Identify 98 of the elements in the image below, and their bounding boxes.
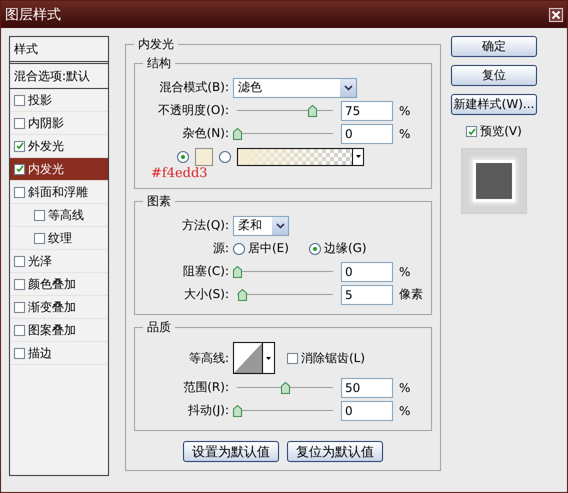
radio-button[interactable] [219,150,231,162]
sidebar-item[interactable]: 光泽 [10,250,108,273]
radio-button[interactable] [308,242,321,254]
checkbox[interactable] [287,352,298,364]
item-label: 光泽 [28,252,52,270]
dialog-button[interactable]: 复位 [451,65,537,86]
checkbox[interactable] [34,232,45,244]
sidebar-item[interactable]: 图案叠加 [10,319,108,342]
sidebar-item[interactable]: 描边 [10,342,108,365]
sidebar-item[interactable]: 投影 [10,89,108,112]
item-label: 颜色叠加 [28,276,76,292]
item-label: 外发光 [28,138,64,154]
sidebar-header: 样式 [10,37,108,64]
checkbox[interactable] [34,210,45,220]
value-field[interactable]: 0 [341,400,393,420]
checkbox[interactable] [14,186,25,198]
slider[interactable] [237,104,333,116]
value-field[interactable]: 50 [341,378,393,398]
item-label: 斜面和浮雕 [28,184,88,200]
field-label: 阻塞(C): [182,263,230,280]
sidebar-item[interactable]: 颜色叠加 [10,273,108,296]
sidebar-item[interactable]: 内阴影 [10,112,108,135]
checkbox[interactable] [14,140,25,152]
sidebar-item[interactable]: 内发光 [10,158,108,181]
checkbox[interactable] [14,348,25,358]
value-field[interactable]: 0 [341,262,393,282]
checkbox-label: 预览(V) [480,123,522,140]
radio-label: 边缘(G) [324,240,367,257]
window-title: 图层样式 [5,6,61,24]
field-label: 方法(Q): [181,217,230,234]
slider-thumb[interactable] [281,382,290,394]
unit-label: 像素 [399,286,423,303]
checkbox[interactable] [14,278,25,290]
sidebar-item[interactable]: 渐变叠加 [10,296,108,319]
blend-mode-dropdown[interactable]: 滤色 [233,78,357,98]
checkbox-label: 消除锯齿(L) [301,350,366,366]
field-label: 杂色(N): [182,125,230,142]
checkbox[interactable] [14,302,25,312]
contour-picker[interactable] [233,342,275,374]
checkbox[interactable] [14,164,25,174]
field-label: 抖动(J): [187,402,230,419]
field-label: 等高线: [188,350,230,366]
field-label: 源: [212,240,230,257]
slider-thumb[interactable] [238,288,247,300]
slider-thumb[interactable] [308,104,317,116]
sidebar-item[interactable]: 等高线 [10,204,108,227]
item-label: 图案叠加 [28,322,76,338]
default-button[interactable]: 复位为默认值 [287,441,383,462]
checkbox[interactable] [14,94,25,106]
unit-label: % [399,126,410,140]
slider-thumb[interactable] [233,266,242,278]
color-swatch[interactable] [195,148,213,166]
gradient-picker[interactable] [237,148,364,166]
slider-thumb[interactable] [233,128,242,140]
sidebar-item[interactable]: 纹理 [10,227,108,250]
item-label: 内阴影 [28,114,64,132]
dialog-button[interactable]: 确定 [451,36,537,57]
slider[interactable] [237,382,333,394]
value-field[interactable]: 75 [341,100,393,120]
checkbox[interactable] [14,324,25,336]
technique-dropdown[interactable]: 柔和 [233,216,289,236]
sidebar-item[interactable]: 混合选项:默认 [10,64,108,89]
unit-label: % [399,104,410,118]
item-label: 纹理 [48,230,72,246]
default-button[interactable]: 设置为默认值 [183,441,279,462]
dialog-button[interactable]: 新建样式(W)... [451,94,537,115]
caret-icon[interactable] [356,155,360,158]
unit-label: % [399,404,410,418]
item-label: 等高线 [48,206,84,224]
field-label: 大小(S): [182,286,230,303]
item-label: 描边 [28,344,52,362]
field-label: 混合模式(B): [158,79,230,96]
sidebar-item[interactable]: 斜面和浮雕 [10,181,108,204]
preview-thumbnail [461,148,527,214]
value-field[interactable]: 0 [341,124,393,144]
slider[interactable] [237,288,333,300]
field-label: 不透明度(O): [157,102,230,119]
close-icon[interactable] [549,8,563,22]
unit-label: % [399,380,410,394]
caret-icon[interactable] [266,356,271,360]
radio-button[interactable] [233,242,245,254]
group-title: 结构 [146,55,172,72]
field-label: 范围(R): [182,379,230,396]
item-label: 投影 [28,92,52,108]
checkbox[interactable] [466,126,478,137]
slider-thumb[interactable] [233,404,242,416]
value-field[interactable]: 5 [341,284,393,304]
item-label: 内发光 [28,160,64,178]
annotation-text: #f4edd3 [151,168,209,180]
radio-button[interactable] [177,150,189,162]
checkbox[interactable] [14,118,25,128]
group-title: 品质 [146,319,172,336]
group-title: 内发光 [137,36,175,53]
radio-label: 居中(E) [248,240,289,257]
checkbox[interactable] [14,256,25,266]
group-title: 图素 [146,193,172,210]
item-label: 渐变叠加 [28,298,76,316]
unit-label: % [399,264,410,278]
